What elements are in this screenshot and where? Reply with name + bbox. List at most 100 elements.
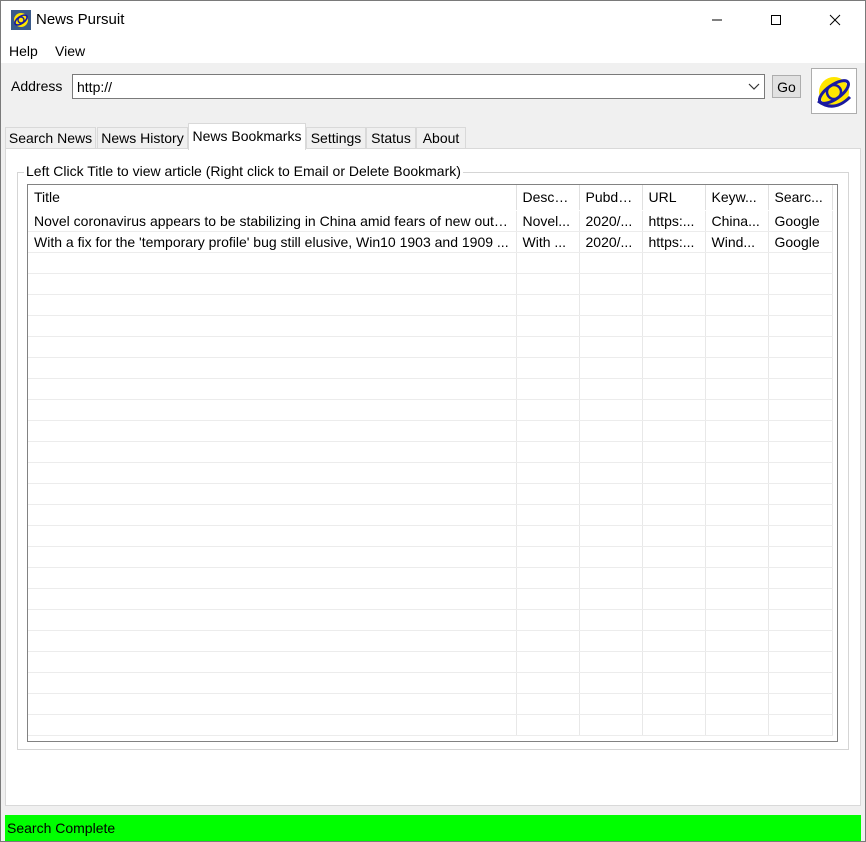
empty-cell <box>768 378 833 400</box>
tab-settings[interactable]: Settings <box>306 127 366 149</box>
empty-cell <box>28 546 517 568</box>
empty-cell <box>579 609 643 631</box>
table-row[interactable]: Novel coronavirus appears to be stabiliz… <box>28 210 833 232</box>
empty-cell <box>768 714 833 736</box>
empty-cell <box>28 567 517 589</box>
empty-table-row <box>28 315 833 337</box>
cell-description[interactable]: Novel... <box>516 210 580 232</box>
empty-cell <box>28 294 517 316</box>
menu-help[interactable]: Help <box>9 43 38 59</box>
maximize-icon <box>771 15 781 25</box>
chevron-down-icon[interactable] <box>746 77 762 95</box>
cell-keywords[interactable]: China... <box>705 210 769 232</box>
cell-pubdate[interactable]: 2020/... <box>579 210 643 232</box>
column-header-search[interactable]: Searc... <box>768 185 833 211</box>
empty-cell <box>642 315 706 337</box>
empty-cell <box>705 483 769 505</box>
empty-cell <box>579 651 643 673</box>
cell-url[interactable]: https:... <box>642 231 706 253</box>
empty-cell <box>642 567 706 589</box>
address-label: Address <box>11 78 63 94</box>
empty-cell <box>768 252 833 274</box>
empty-cell <box>705 630 769 652</box>
empty-cell <box>579 462 643 484</box>
empty-cell <box>28 462 517 484</box>
minimize-button[interactable] <box>688 1 746 39</box>
cell-title[interactable]: With a fix for the 'temporary profile' b… <box>28 231 517 253</box>
column-header-description[interactable]: Descri... <box>516 185 580 211</box>
cell-search[interactable]: Google <box>768 210 833 232</box>
empty-cell <box>28 357 517 379</box>
go-button[interactable]: Go <box>772 75 801 98</box>
empty-cell <box>642 693 706 715</box>
empty-cell <box>516 420 580 442</box>
empty-cell <box>579 420 643 442</box>
empty-cell <box>579 546 643 568</box>
empty-cell <box>705 252 769 274</box>
empty-cell <box>642 525 706 547</box>
tab-strip: Search News News History News Bookmarks … <box>1 123 865 150</box>
empty-cell <box>579 294 643 316</box>
empty-cell <box>516 441 580 463</box>
cell-url[interactable]: https:... <box>642 210 706 232</box>
empty-table-row <box>28 483 833 505</box>
cell-search[interactable]: Google <box>768 231 833 253</box>
empty-cell <box>516 525 580 547</box>
maximize-button[interactable] <box>747 1 805 39</box>
tab-news-bookmarks[interactable]: News Bookmarks <box>188 123 306 150</box>
empty-cell <box>28 252 517 274</box>
empty-cell <box>642 252 706 274</box>
empty-cell <box>768 672 833 694</box>
empty-cell <box>768 546 833 568</box>
empty-cell <box>579 483 643 505</box>
tab-search-news[interactable]: Search News <box>5 127 96 149</box>
empty-cell <box>768 630 833 652</box>
menu-view[interactable]: View <box>55 43 85 59</box>
address-input[interactable] <box>72 74 765 99</box>
empty-table-row <box>28 651 833 673</box>
empty-cell <box>768 525 833 547</box>
tab-about[interactable]: About <box>416 127 466 149</box>
empty-cell <box>28 273 517 295</box>
tab-status[interactable]: Status <box>366 127 416 149</box>
empty-cell <box>768 294 833 316</box>
cell-pubdate[interactable]: 2020/... <box>579 231 643 253</box>
empty-cell <box>768 273 833 295</box>
empty-cell <box>579 273 643 295</box>
close-button[interactable] <box>806 1 864 39</box>
app-logo-icon <box>11 10 31 30</box>
cell-description[interactable]: With ... <box>516 231 580 253</box>
empty-cell <box>516 609 580 631</box>
table-row[interactable]: With a fix for the 'temporary profile' b… <box>28 231 833 253</box>
title-bar[interactable]: News Pursuit <box>1 1 865 39</box>
empty-cell <box>516 294 580 316</box>
empty-cell <box>28 483 517 505</box>
empty-table-row <box>28 462 833 484</box>
column-header-title[interactable]: Title <box>28 185 517 211</box>
empty-cell <box>705 294 769 316</box>
empty-cell <box>642 630 706 652</box>
empty-table-row <box>28 630 833 652</box>
empty-cell <box>579 357 643 379</box>
empty-cell <box>642 504 706 526</box>
window-title: News Pursuit <box>36 11 125 28</box>
empty-cell <box>705 588 769 610</box>
empty-cell <box>705 504 769 526</box>
empty-cell <box>28 378 517 400</box>
empty-cell <box>705 462 769 484</box>
cell-keywords[interactable]: Wind... <box>705 231 769 253</box>
empty-cell <box>768 567 833 589</box>
empty-cell <box>579 441 643 463</box>
tab-news-history[interactable]: News History <box>97 127 188 149</box>
column-header-url[interactable]: URL <box>642 185 706 211</box>
column-header-keywords[interactable]: Keyw... <box>705 185 769 211</box>
bookmarks-table[interactable]: Title Descri... Pubdate URL Keyw... Sear… <box>27 184 838 742</box>
empty-cell <box>579 399 643 421</box>
cell-title[interactable]: Novel coronavirus appears to be stabiliz… <box>28 210 517 232</box>
empty-cell <box>705 378 769 400</box>
empty-cell <box>768 399 833 421</box>
empty-cell <box>516 315 580 337</box>
empty-table-row <box>28 378 833 400</box>
column-header-pubdate[interactable]: Pubdate <box>579 185 643 211</box>
empty-cell <box>516 399 580 421</box>
